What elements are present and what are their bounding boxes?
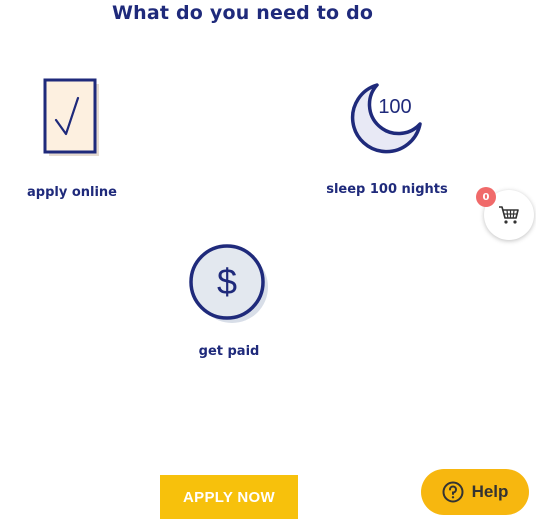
- dollar-coin-icon: $: [189, 244, 268, 323]
- page: What do you need to do apply online 100 …: [0, 0, 536, 525]
- apply-now-button[interactable]: APPLY NOW: [160, 475, 298, 519]
- step-sleep-100-nights: 100 sleep 100 nights: [322, 78, 452, 197]
- moon-number: 100: [378, 96, 411, 118]
- dollar-sign: $: [217, 261, 237, 302]
- step-label: apply online: [26, 185, 117, 200]
- moon-100-icon: 100: [350, 83, 422, 154]
- help-button[interactable]: Help: [421, 469, 529, 515]
- cart-icon: [499, 206, 519, 224]
- step-label: get paid: [198, 344, 260, 359]
- help-label: Help: [471, 482, 509, 501]
- step-get-paid: $ get paid: [180, 242, 278, 359]
- step-label: sleep 100 nights: [326, 182, 448, 197]
- question-circle-icon: [442, 481, 464, 503]
- page-title: What do you need to do: [112, 2, 374, 24]
- cart-count-badge: 0: [476, 187, 496, 207]
- step-apply-online: apply online: [20, 76, 124, 200]
- checklist-icon: [43, 78, 99, 156]
